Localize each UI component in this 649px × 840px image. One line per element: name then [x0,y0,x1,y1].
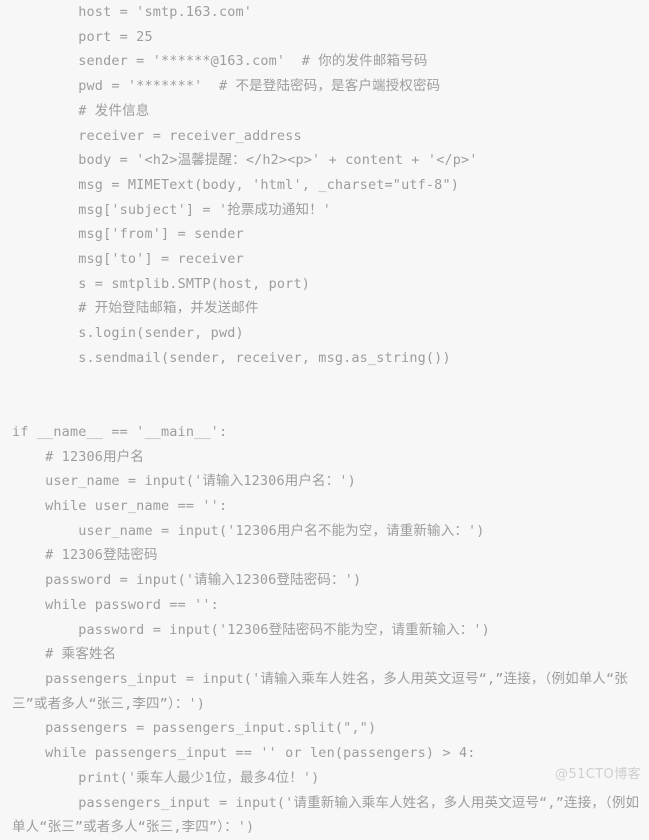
code-line: s.sendmail(sender, receiver, msg.as_stri… [12,349,451,366]
code-line: passengers = passengers_input.split(",") [12,720,377,737]
code-screenshot-surface: host = 'smtp.163.com' port = 25 sender =… [0,0,649,835]
code-line: print('乘车人最少1位，最多4位！') [12,769,320,786]
code-line: pwd = '*******' # 不是登陆密码，是客户端授权密码 [12,78,441,95]
code-line: host = 'smtp.163.com' [12,4,253,20]
code-line: password = input('12306登陆密码不能为空，请重新输入：') [12,621,490,638]
code-line: while user_name == '': [12,498,228,515]
code-line: msg['subject'] = '抢票成功通知！' [12,201,332,218]
code-line: port = 25 [12,28,153,45]
code-line: s.login(sender, pwd) [12,325,244,342]
code-line: user_name = input('请输入12306用户名：') [12,473,356,490]
code-line: msg['to'] = receiver [12,251,244,268]
code-line: sender = '******@163.com' # 你的发件邮箱号码 [12,53,428,70]
code-line: while password == '': [12,596,219,613]
code-line: passengers_input = input('请重新输入乘车人姓名，多人用… [12,794,640,836]
code-block: host = 'smtp.163.com' port = 25 sender =… [0,0,649,840]
code-line: receiver = receiver_address [12,127,302,144]
code-line: if __name__ == '__main__': [12,423,228,440]
code-line: user_name = input('12306用户名不能为空，请重新输入：') [12,522,485,539]
code-line: s = smtplib.SMTP(host, port) [12,275,311,292]
code-line: msg = MIMEText(body, 'html', _charset="u… [12,176,460,193]
code-line: while passengers_input == '' or len(pass… [12,745,476,762]
code-line: passengers_input = input('请输入乘车人姓名，多人用英文… [12,670,628,712]
code-line: # 开始登陆邮箱，并发送邮件 [12,300,259,317]
code-line: password = input('请输入12306登陆密码：') [12,572,362,589]
code-line: # 12306用户名 [12,448,145,465]
code-line: body = '<h2>温馨提醒：</h2><p>' + content + '… [12,152,478,169]
code-line: # 12306登陆密码 [12,547,158,564]
code-line: msg['from'] = sender [12,226,244,243]
code-line: # 发件信息 [12,102,150,119]
site-watermark: @51CTO博客 [555,767,641,782]
code-line: # 乘客姓名 [12,646,117,663]
